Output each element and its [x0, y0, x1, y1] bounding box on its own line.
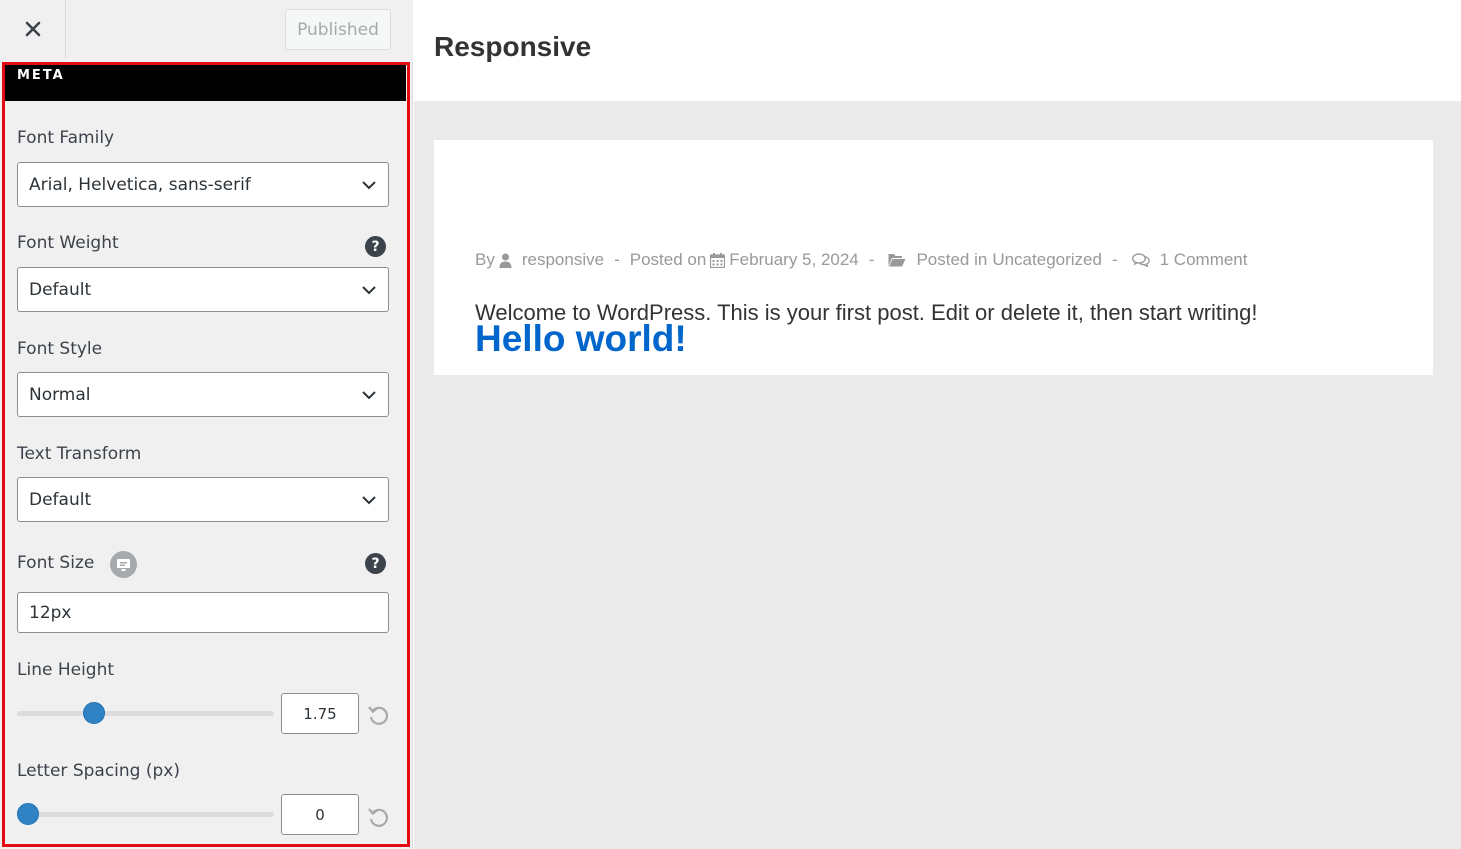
meta-posted-in: Posted in — [916, 250, 988, 269]
publish-button[interactable]: Published — [285, 9, 391, 50]
meta-separator: - — [1111, 250, 1118, 269]
meta-comments-link[interactable]: 1 Comment — [1160, 250, 1248, 270]
comments-icon — [1131, 253, 1150, 267]
meta-separator: - — [614, 250, 620, 269]
meta-category-link[interactable]: Uncategorized — [992, 250, 1102, 270]
calendar-icon — [710, 252, 726, 268]
meta-separator: - — [868, 250, 875, 269]
meta-posted-on: Posted on — [629, 250, 707, 269]
meta-date-link[interactable]: February 5, 2024 — [729, 250, 858, 270]
highlight-box — [2, 62, 410, 847]
site-title[interactable]: Responsive — [434, 31, 591, 63]
post-body: Welcome to WordPress. This is your first… — [475, 300, 1258, 325]
user-icon — [499, 253, 512, 268]
meta-by: By — [475, 250, 495, 269]
post-card: Hello world! By responsive - Posted on F… — [434, 140, 1433, 375]
panel-header: Published — [0, 0, 413, 62]
site-preview: Responsive Hello world! By responsive - … — [414, 0, 1461, 849]
folder-open-icon — [888, 253, 906, 267]
site-header: Responsive — [414, 0, 1461, 101]
meta-author-link[interactable]: responsive — [522, 250, 604, 270]
close-button[interactable] — [0, 0, 66, 58]
close-icon — [25, 21, 40, 37]
post-meta: By responsive - Posted on February 5, 20… — [475, 250, 1248, 270]
